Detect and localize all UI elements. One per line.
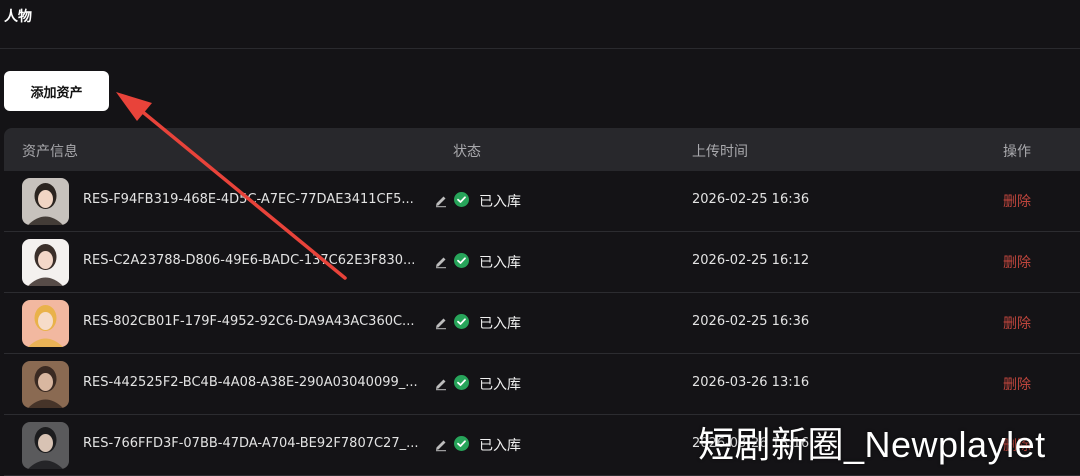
header-asset-info: 资产信息 [22, 144, 78, 160]
asset-id: RES-442525F2-BC4B-4A08-A38E-290A03040099… [83, 375, 418, 390]
check-circle-icon [454, 192, 469, 207]
asset-page: 人物 添加资产 资产信息 状态 上传时间 操作 RES-F94FB319-468… [0, 0, 1080, 476]
table-row: RES-442525F2-BC4B-4A08-A38E-290A03040099… [4, 354, 1080, 415]
upload-time: 2026-02-25 16:12 [692, 253, 810, 268]
edit-icon[interactable] [434, 315, 448, 330]
header-actions: 操作 [1003, 144, 1031, 160]
upload-time: 2026-02-25 16:36 [692, 192, 810, 207]
status-label: 已入库 [479, 316, 521, 332]
check-circle-icon [454, 436, 469, 451]
asset-id: RES-F94FB319-468E-4D5C-A7EC-77DAE3411CF5… [83, 192, 414, 207]
upload-time: 2026-03-26 13:16 [692, 375, 810, 390]
asset-thumbnail[interactable] [22, 300, 69, 347]
status-label: 已入库 [479, 377, 521, 393]
arrow-head [116, 92, 152, 121]
page-title: 人物 [4, 9, 32, 25]
status-label: 已入库 [479, 438, 521, 454]
asset-id: RES-802CB01F-179F-4952-92C6-DA9A43AC360C… [83, 314, 415, 329]
status-label: 已入库 [479, 194, 521, 210]
delete-link[interactable]: 删除 [1003, 374, 1031, 394]
watermark-text: 短剧新圈_Newplaylet [698, 424, 1046, 465]
asset-id: RES-C2A23788-D806-49E6-BADC-137C62E3F830… [83, 253, 416, 268]
title-divider [0, 48, 1080, 49]
asset-thumbnail[interactable] [22, 239, 69, 286]
edit-icon[interactable] [434, 193, 448, 208]
table-row: RES-802CB01F-179F-4952-92C6-DA9A43AC360C… [4, 293, 1080, 354]
table-row: RES-F94FB319-468E-4D5C-A7EC-77DAE3411CF5… [4, 171, 1080, 232]
edit-icon[interactable] [434, 376, 448, 391]
check-circle-icon [454, 314, 469, 329]
asset-thumbnail[interactable] [22, 361, 69, 408]
add-asset-button[interactable]: 添加资产 [4, 71, 109, 111]
edit-icon[interactable] [434, 254, 448, 269]
header-status: 状态 [453, 144, 481, 160]
header-upload-time: 上传时间 [692, 144, 748, 160]
check-circle-icon [454, 375, 469, 390]
table-header: 资产信息 状态 上传时间 操作 [4, 128, 1080, 171]
check-circle-icon [454, 253, 469, 268]
delete-link[interactable]: 删除 [1003, 313, 1031, 333]
table-row: RES-C2A23788-D806-49E6-BADC-137C62E3F830… [4, 232, 1080, 293]
status-label: 已入库 [479, 255, 521, 271]
asset-thumbnail[interactable] [22, 178, 69, 225]
upload-time: 2026-02-25 16:36 [692, 314, 810, 329]
delete-link[interactable]: 删除 [1003, 252, 1031, 272]
asset-thumbnail[interactable] [22, 422, 69, 469]
asset-id: RES-766FFD3F-07BB-47DA-A704-BE92F7807C27… [83, 436, 419, 451]
delete-link[interactable]: 删除 [1003, 191, 1031, 211]
edit-icon[interactable] [434, 437, 448, 452]
